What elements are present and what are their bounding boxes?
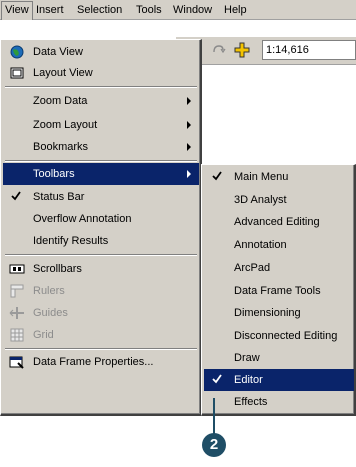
ruler-icon: [9, 283, 25, 299]
menu-separator: [5, 348, 197, 350]
submenu-arrow-icon: [187, 97, 191, 105]
scrollbar-icon: [9, 261, 25, 277]
menu-item-bookmarks[interactable]: Bookmarks: [3, 136, 199, 158]
menu-separator: [5, 160, 197, 162]
menu-item-identify-results[interactable]: Identify Results: [3, 230, 199, 252]
map-scale-input[interactable]: 1:14,616: [262, 40, 356, 60]
submenu-arrow-icon: [187, 143, 191, 151]
toolbar-item-dimensioning[interactable]: Dimensioning: [204, 302, 354, 324]
menu-window[interactable]: Window: [173, 4, 212, 16]
menu-item-layout-view[interactable]: Layout View: [3, 62, 199, 84]
submenu-arrow-icon: [187, 121, 191, 129]
menu-item-zoom-layout[interactable]: Zoom Layout: [3, 114, 199, 136]
menu-selection[interactable]: Selection: [77, 4, 122, 16]
menu-tools[interactable]: Tools: [136, 4, 162, 16]
menu-help[interactable]: Help: [224, 4, 247, 16]
properties-icon: [9, 354, 25, 370]
menu-item-guides[interactable]: Guides: [3, 302, 199, 324]
menu-item-status-bar[interactable]: Status Bar: [3, 186, 199, 208]
checkmark-icon: [210, 169, 224, 183]
menu-item-rulers[interactable]: Rulers: [3, 280, 199, 302]
menu-insert[interactable]: Insert: [36, 4, 64, 16]
submenu-arrow-icon: [187, 170, 191, 178]
toolbar-item-arcpad[interactable]: ArcPad: [204, 257, 354, 279]
toolbar-item-draw[interactable]: Draw: [204, 347, 354, 369]
guides-icon: [9, 305, 25, 321]
toolbar-item-annotation[interactable]: Annotation: [204, 234, 354, 256]
menu-item-data-view[interactable]: Data View: [3, 41, 199, 63]
globe-icon: [9, 44, 25, 60]
checkmark-icon: [210, 372, 224, 386]
menu-view[interactable]: View: [1, 1, 33, 20]
callout-leader-line: [213, 398, 215, 435]
toolbar-item-main-menu[interactable]: Main Menu: [204, 166, 354, 188]
checkmark-icon: [9, 189, 23, 203]
redo-icon[interactable]: [212, 44, 226, 54]
toolbar-item-data-frame-tools[interactable]: Data Frame Tools: [204, 280, 354, 302]
menu-item-scrollbars[interactable]: Scrollbars: [3, 258, 199, 280]
toolbars-submenu: Main Menu 3D Analyst Advanced Editing An…: [201, 164, 356, 416]
add-data-icon[interactable]: [234, 42, 250, 58]
grid-icon: [9, 327, 25, 343]
menu-item-zoom-data[interactable]: Zoom Data: [3, 90, 199, 112]
toolbar-item-disconnected-editing[interactable]: Disconnected Editing: [204, 325, 354, 347]
toolbar-item-effects[interactable]: Effects: [204, 391, 354, 413]
menu-item-overflow-annotation[interactable]: Overflow Annotation: [3, 208, 199, 230]
view-menu: Data View Layout View Zoom Data Zoom Lay…: [0, 39, 202, 416]
toolbar-item-advanced-editing[interactable]: Advanced Editing: [204, 211, 354, 233]
toolbar-item-editor[interactable]: Editor: [204, 369, 354, 391]
step-callout-badge: 2: [202, 433, 226, 457]
menu-bar: View Insert Selection Tools Window Help: [0, 0, 356, 20]
page-icon: [9, 65, 25, 81]
menu-item-data-frame-properties[interactable]: Data Frame Properties...: [3, 351, 199, 373]
menu-item-grid[interactable]: Grid: [3, 324, 199, 346]
menu-separator: [5, 86, 197, 88]
toolbar-item-3d-analyst[interactable]: 3D Analyst: [204, 189, 354, 211]
menu-separator: [5, 254, 197, 256]
menu-item-toolbars[interactable]: Toolbars: [3, 163, 199, 185]
